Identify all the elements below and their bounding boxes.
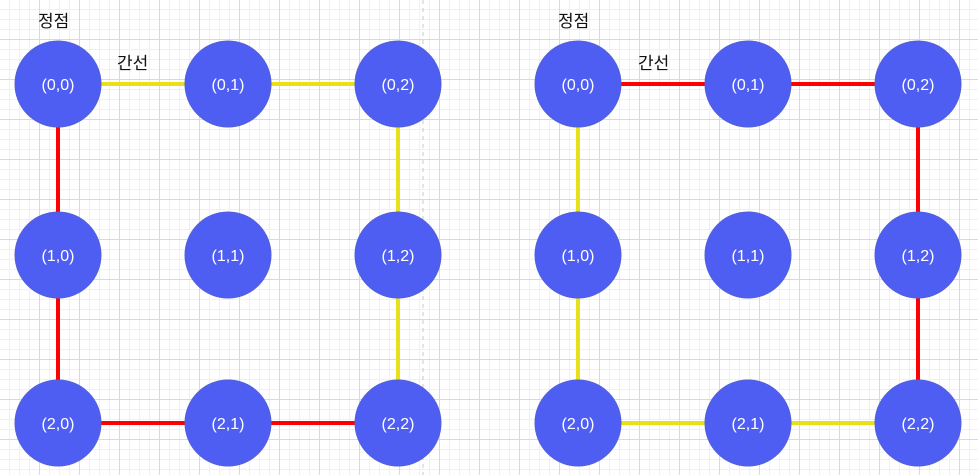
vertex-2-2: (2,2) (354, 379, 442, 467)
vertex-0-1: (0,1) (184, 40, 272, 128)
left-vertex-caption: 정점 (38, 12, 69, 32)
vertex-1-1: (1,1) (704, 211, 792, 299)
left-grid-graph: (0,0) (0,1) (0,2) (1,0) (1,1) (1,2) (2,0) (2,1)… (14, 12, 442, 467)
grid-graph-diagram: (0,0) (0,1) (0,2) (1,0) (1,1) (1,2) (2,0) (2,1)… (14, 0, 962, 475)
vertex-label: (2,1) (212, 416, 245, 433)
vertex-label: (0,2) (382, 77, 415, 94)
vertex-label: (2,0) (562, 416, 595, 433)
vertex-0-1: (0,1) (704, 40, 792, 128)
left-vertices: (0,0) (0,1) (0,2) (1,0) (1,1) (1,2) (2,0) (2,1)… (14, 40, 442, 467)
left-edge-caption: 간선 (117, 54, 148, 74)
vertex-label: (0,0) (42, 77, 75, 94)
vertex-1-0: (1,0) (14, 211, 102, 299)
vertex-label: (0,1) (732, 77, 765, 94)
vertex-label: (2,1) (732, 416, 765, 433)
vertex-label: (2,0) (42, 416, 75, 433)
vertex-label: (1,2) (902, 248, 935, 265)
vertex-0-2: (0,2) (354, 40, 442, 128)
vertex-label: (1,0) (562, 248, 595, 265)
vertex-1-1: (1,1) (184, 211, 272, 299)
right-edge-caption: 간선 (638, 54, 669, 74)
right-vertices: (0,0) (0,1) (0,2) (1,0) (1,1) (1,2) (2,0) (2,1)… (534, 40, 962, 467)
vertex-label: (1,1) (212, 248, 245, 265)
vertex-label: (2,2) (902, 416, 935, 433)
vertex-2-1: (2,1) (184, 379, 272, 467)
vertex-1-2: (1,2) (354, 211, 442, 299)
vertex-2-1: (2,1) (704, 379, 792, 467)
vertex-label: (0,2) (902, 77, 935, 94)
vertex-0-0: (0,0) (14, 40, 102, 128)
right-vertex-caption: 정점 (558, 12, 589, 32)
vertex-1-0: (1,0) (534, 211, 622, 299)
vertex-label: (2,2) (382, 416, 415, 433)
vertex-label: (1,1) (732, 248, 765, 265)
vertex-label: (0,1) (212, 77, 245, 94)
vertex-2-2: (2,2) (874, 379, 962, 467)
vertex-2-0: (2,0) (534, 379, 622, 467)
vertex-label: (1,0) (42, 248, 75, 265)
vertex-label: (1,2) (382, 248, 415, 265)
vertex-0-0: (0,0) (534, 40, 622, 128)
vertex-2-0: (2,0) (14, 379, 102, 467)
right-grid-graph: (0,0) (0,1) (0,2) (1,0) (1,1) (1,2) (2,0) (2,1)… (534, 12, 962, 467)
vertex-0-2: (0,2) (874, 40, 962, 128)
vertex-label: (0,0) (562, 77, 595, 94)
vertex-1-2: (1,2) (874, 211, 962, 299)
